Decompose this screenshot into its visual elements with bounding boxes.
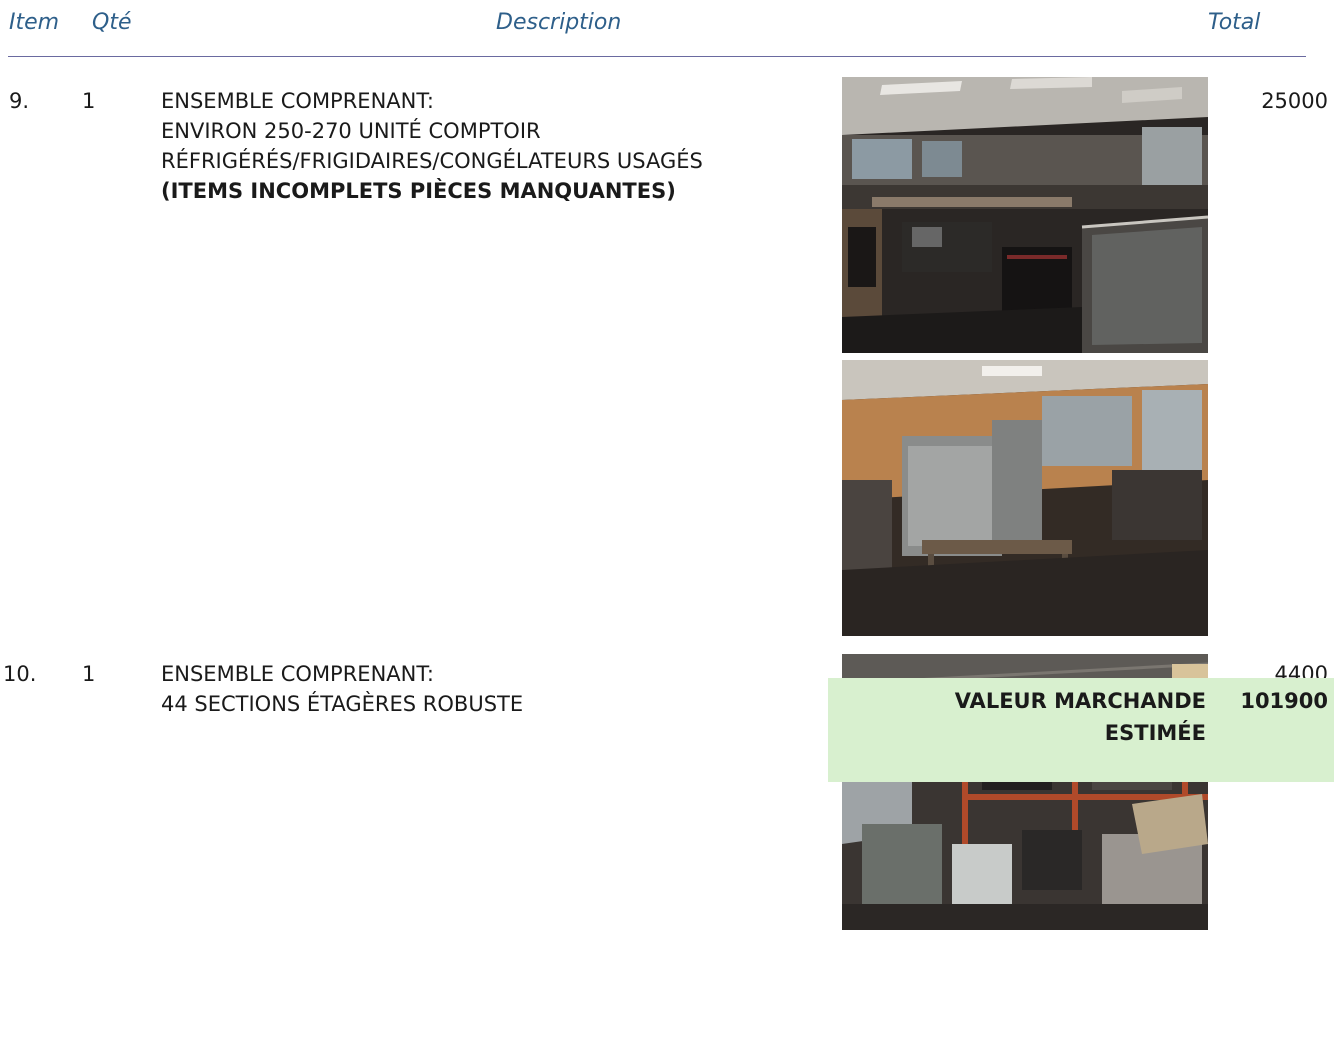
column-header-item: Item (9, 10, 60, 35)
item-9-number: 9. (9, 89, 30, 113)
item-9-photo-1 (842, 77, 1208, 353)
item-9-photo-2 (842, 360, 1208, 636)
estimated-market-value-label: VALEUR MARCHANDE ESTIMÉE (828, 685, 1206, 749)
item-9-total: 25000 (1261, 89, 1328, 113)
header-divider (8, 56, 1306, 57)
item-9-description-line: RÉFRIGÉRÉS/FRIGIDAIRES/CONGÉLATEURS USAG… (161, 149, 703, 173)
item-10-description: ENSEMBLE COMPRENANT: 44 SECTIONS ÉTAGÈRE… (161, 659, 523, 719)
item-9-description-line: ENSEMBLE COMPRENANT: (161, 89, 434, 113)
column-header-total: Total (1208, 10, 1261, 35)
estimated-market-value-amount: 101900 (1240, 689, 1328, 713)
item-10-description-line: 44 SECTIONS ÉTAGÈRES ROBUSTE (161, 692, 524, 716)
item-10-qty: 1 (82, 662, 96, 686)
column-header-qte: Qté (92, 10, 132, 35)
column-header-description: Description (496, 10, 622, 35)
estimated-market-value-label-line: ESTIMÉE (1104, 721, 1206, 745)
item-10-number: 10. (3, 662, 37, 686)
item-9-description-line: ENVIRON 250-270 UNITÉ COMPTOIR (161, 119, 541, 143)
item-9-description-note: (ITEMS INCOMPLETS PIÈCES MANQUANTES) (161, 179, 676, 203)
item-9-description: ENSEMBLE COMPRENANT: ENVIRON 250-270 UNI… (161, 86, 703, 206)
estimated-market-value-label-line: VALEUR MARCHANDE (954, 689, 1206, 713)
item-10-description-line: ENSEMBLE COMPRENANT: (161, 662, 434, 686)
item-9-qty: 1 (82, 89, 96, 113)
estimated-market-value-box: VALEUR MARCHANDE ESTIMÉE 101900 (828, 678, 1334, 782)
